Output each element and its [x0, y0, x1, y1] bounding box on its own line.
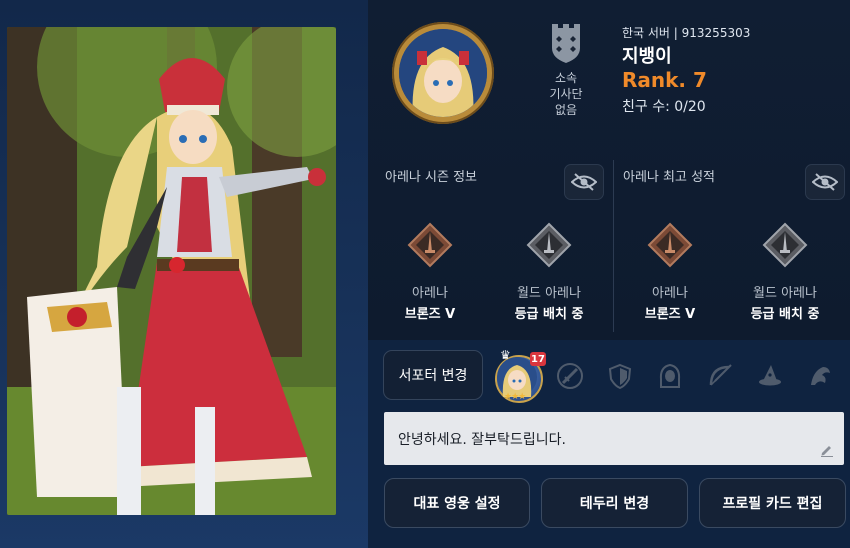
- dragon-icon[interactable]: [807, 363, 833, 389]
- rank-value: 등급 배치 중: [750, 307, 820, 322]
- eye-off-icon: [571, 173, 597, 191]
- arena-best-arena: 아레나 브론즈 V: [620, 222, 720, 322]
- rank-label: 월드 아레나: [517, 286, 581, 301]
- edit-profile-card-button[interactable]: 프로필 카드 편집: [699, 478, 846, 528]
- set-representative-hero-button[interactable]: 대표 영웅 설정: [384, 478, 530, 528]
- arena-season-title: 아레나 시즌 정보: [385, 170, 477, 185]
- world-arena-emblem-icon: [762, 222, 808, 268]
- rank-value: 브론즈 V: [644, 307, 696, 322]
- guild-line-1: 소속: [554, 71, 578, 85]
- rank-value: 등급 배치 중: [514, 307, 584, 322]
- representative-hero-art: [7, 27, 336, 515]
- profile-message-field[interactable]: 안녕하세요. 잘부탁드립니다.: [384, 412, 844, 465]
- guild-line-3: 없음: [554, 103, 578, 117]
- wizard-hat-icon[interactable]: [757, 363, 783, 389]
- pencil-icon[interactable]: [820, 443, 834, 457]
- arena-best-visibility-toggle[interactable]: [805, 164, 845, 200]
- hero-level-badge: 17: [530, 352, 546, 366]
- arena-best-title: 아레나 최고 성적: [623, 170, 715, 185]
- friend-count: 친구 수: 0/20: [622, 99, 706, 115]
- guild-info: 소속 기사단 없음: [538, 22, 594, 118]
- bow-icon[interactable]: [707, 363, 733, 389]
- rank-value: 브론즈 V: [404, 307, 456, 322]
- server-id: 한국 서버 | 913255303: [622, 26, 751, 40]
- arena-best-world-arena: 월드 아레나 등급 배치 중: [730, 222, 840, 322]
- guild-line-2: 기사단: [549, 87, 583, 101]
- shield-icon[interactable]: [607, 363, 633, 389]
- rank-label: 아레나: [412, 286, 448, 301]
- guild-emblem-icon: [552, 24, 580, 63]
- arena-bronze-emblem-icon: [647, 222, 693, 268]
- sword-icon[interactable]: [557, 363, 583, 389]
- world-arena-emblem-icon: [526, 222, 572, 268]
- rank-label: 월드 아레나: [753, 286, 817, 301]
- arena-season-visibility-toggle[interactable]: [564, 164, 604, 200]
- change-frame-button[interactable]: 테두리 변경: [541, 478, 688, 528]
- arena-bronze-emblem-icon: [407, 222, 453, 268]
- rank-label: 아레나: [652, 286, 688, 301]
- player-rank: Rank. 7: [622, 68, 707, 92]
- crown-icon: ♛: [500, 348, 511, 362]
- change-supporter-button[interactable]: 서포터 변경: [383, 350, 483, 400]
- portrait-avatar: [399, 29, 487, 117]
- profile-portrait[interactable]: [392, 22, 494, 124]
- player-name: 지뱅이: [622, 46, 672, 67]
- eye-off-icon: [812, 173, 838, 191]
- arena-season-arena: 아레나 브론즈 V: [380, 222, 480, 322]
- hero-star-rating: ★★★: [504, 392, 526, 402]
- section-divider: [613, 160, 614, 332]
- profile-message-text: 안녕하세요. 잘부탁드립니다.: [398, 432, 566, 448]
- arena-season-world-arena: 월드 아레나 등급 배치 중: [494, 222, 604, 322]
- hooded-figure-icon[interactable]: [657, 363, 683, 389]
